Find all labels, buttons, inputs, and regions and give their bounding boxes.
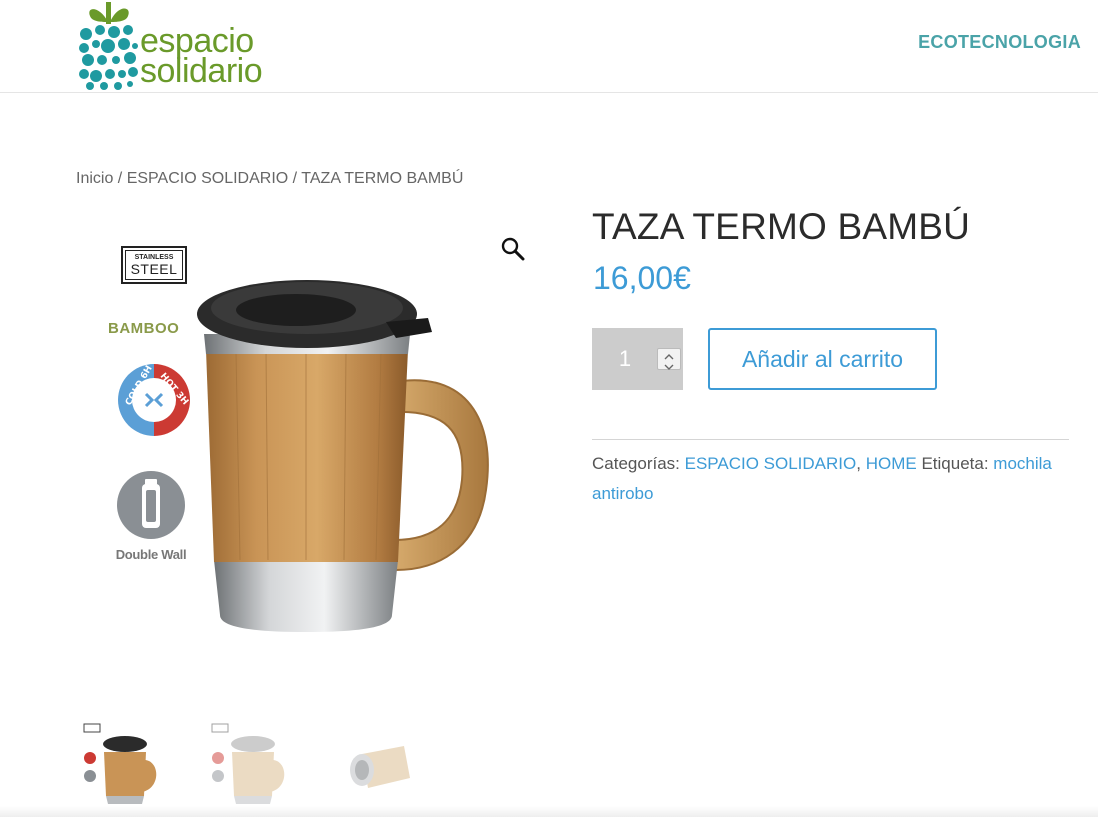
- product-meta: Categorías: ESPACIO SOLIDARIO, HOME Etiq…: [592, 449, 1070, 509]
- quantity-spinner: [657, 348, 681, 370]
- breadcrumb-home-link[interactable]: Inicio: [76, 170, 113, 187]
- thumbnail-mug-side-image: [350, 746, 410, 788]
- thumbnail-mug-light-lid-image: [211, 723, 285, 804]
- badge-steel-bottom-text: STEEL: [130, 261, 178, 277]
- double-wall-badge: Double Wall: [114, 470, 188, 562]
- quantity-decrease-button[interactable]: [658, 359, 680, 370]
- quantity-input[interactable]: [592, 328, 658, 390]
- product-price: 16,00€: [593, 260, 691, 296]
- logo-text-line2: solidario: [140, 52, 263, 90]
- meta-divider: [592, 439, 1069, 440]
- bamboo-badge: BAMBOO: [108, 320, 180, 337]
- product-image-mug: [197, 280, 489, 632]
- product-title: TAZA TERMO BAMBÚ: [592, 206, 971, 247]
- breadcrumb-separator: /: [113, 170, 127, 187]
- breadcrumb: Inicio / ESPACIO SOLIDARIO / TAZA TERMO …: [76, 170, 463, 188]
- page-bottom-edge: [0, 806, 1098, 817]
- thermos-icon: [117, 471, 185, 539]
- categories-label: Categorías:: [592, 454, 680, 473]
- nav-link-ecotecnologia[interactable]: ECOTECNOLOGIA: [918, 32, 1081, 53]
- quantity-increase-button[interactable]: [658, 349, 680, 360]
- hot-cold-badge-icon: COLD 6H HOT 3H: [118, 364, 190, 436]
- product-thumbnails: [76, 718, 436, 808]
- breadcrumb-separator: /: [288, 170, 302, 187]
- chevron-down-icon: [664, 364, 674, 370]
- category-separator: ,: [856, 454, 861, 473]
- add-to-cart-button[interactable]: Añadir al carrito: [708, 328, 937, 390]
- logo-bubbles-icon: [79, 2, 138, 90]
- magnifier-icon: [501, 237, 525, 261]
- site-logo[interactable]: espacio solidario: [78, 0, 278, 92]
- thumbnail-2[interactable]: [204, 718, 294, 808]
- product-gallery[interactable]: STAINLESS STEEL BAMBOO COLD 6H HOT 3H Do…: [76, 210, 550, 690]
- thumbnail-3[interactable]: [332, 718, 422, 808]
- breadcrumb-current: TAZA TERMO BAMBÚ: [301, 170, 464, 187]
- zoom-button[interactable]: [500, 236, 526, 262]
- breadcrumb-category-link[interactable]: ESPACIO SOLIDARIO: [127, 170, 289, 187]
- tag-label: Etiqueta:: [921, 454, 989, 473]
- category-link-home[interactable]: HOME: [866, 454, 917, 473]
- quantity-stepper: [592, 328, 683, 390]
- stainless-steel-badge: STAINLESS STEEL: [121, 246, 187, 284]
- category-link-espacio-solidario[interactable]: ESPACIO SOLIDARIO: [685, 454, 857, 473]
- thumbnail-mug-dark-lid-image: [83, 723, 157, 804]
- badge-steel-top-text: STAINLESS: [134, 254, 174, 261]
- site-header: espacio solidario ECOTECNOLOGIA: [0, 0, 1098, 93]
- thumbnail-1[interactable]: [76, 718, 166, 808]
- badge-wall-text: Double Wall: [115, 547, 187, 562]
